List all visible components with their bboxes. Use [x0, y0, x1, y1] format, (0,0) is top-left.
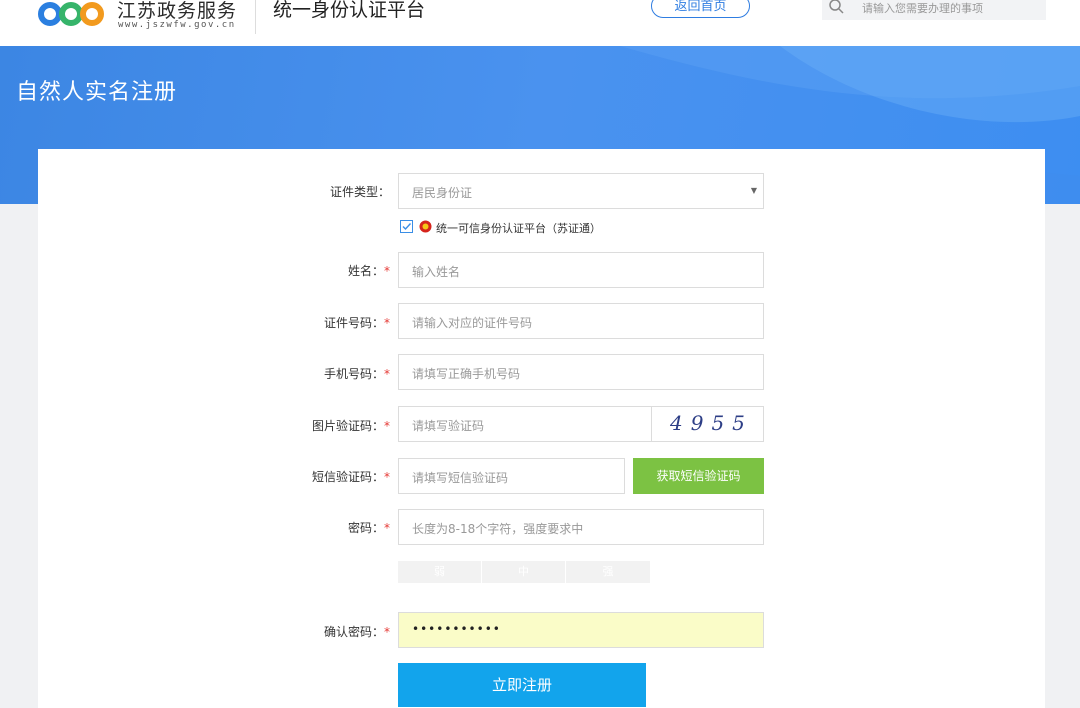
id-type-label: 证件类型： [329, 185, 390, 199]
password-placeholder: 长度为8-18个字符，强度要求中 [412, 522, 584, 536]
page-title: 自然人实名注册 [16, 80, 178, 105]
confirm-password-label: 确认密码：* [323, 625, 390, 639]
id-type-value: 居民身份证 [412, 186, 473, 200]
platform-title: 统一身份认证平台 [273, 0, 426, 21]
register-button[interactable]: 立即注册 [398, 663, 646, 707]
phone-field[interactable]: 请填写正确手机号码 [398, 354, 764, 390]
chevron-down-icon: ▼ [750, 186, 757, 195]
confirm-password-value: ••••••••••• [412, 622, 501, 636]
captcha-label: 图片验证码：* [311, 419, 390, 433]
name-label: 姓名：* [347, 264, 390, 278]
get-sms-code-button[interactable]: 获取短信验证码 [633, 458, 764, 494]
search-icon[interactable] [828, 0, 846, 16]
captcha-code: 4955 [670, 411, 753, 435]
phone-placeholder: 请填写正确手机号码 [412, 367, 521, 381]
password-field[interactable]: 长度为8-18个字符，强度要求中 [398, 509, 764, 545]
phone-label: 手机号码：* [323, 367, 390, 381]
captcha-placeholder: 请填写验证码 [412, 419, 485, 433]
password-label: 密码：* [347, 521, 390, 535]
checkbox-icon[interactable] [400, 220, 413, 233]
id-number-placeholder: 请输入对应的证件号码 [412, 316, 533, 330]
sms-code-field[interactable]: 请填写短信验证码 [398, 458, 625, 494]
site-logo-icon[interactable] [38, 0, 110, 30]
confirm-password-field[interactable]: ••••••••••• [398, 612, 764, 648]
trusted-platform-label: 统一可信身份认证平台（苏证通） [436, 222, 601, 235]
id-number-field[interactable]: 请输入对应的证件号码 [398, 303, 764, 339]
site-url: www.jszwfw.gov.cn [118, 20, 236, 30]
sms-label: 短信验证码：* [311, 470, 390, 484]
captcha-image[interactable]: 4955 [651, 407, 763, 441]
search-placeholder: 请输入您需要办理的事项 [862, 2, 983, 15]
strength-medium: 中 [482, 561, 565, 583]
national-emblem-icon [419, 220, 432, 233]
strength-weak: 弱 [398, 561, 481, 583]
strength-strong: 强 [566, 561, 650, 583]
sms-placeholder: 请填写短信验证码 [412, 471, 509, 485]
name-field[interactable]: 输入姓名 [398, 252, 764, 288]
search-input[interactable]: 请输入您需要办理的事项 [822, 0, 1046, 20]
id-type-select[interactable]: 居民身份证 ▼ [398, 173, 764, 209]
header-divider [255, 0, 256, 34]
top-header: 江苏政务服务 www.jszwfw.gov.cn 统一身份认证平台 返回首页 请… [0, 0, 1080, 46]
name-placeholder: 输入姓名 [412, 265, 461, 279]
home-button[interactable]: 返回首页 [651, 0, 750, 18]
id-number-label: 证件号码：* [323, 316, 390, 330]
